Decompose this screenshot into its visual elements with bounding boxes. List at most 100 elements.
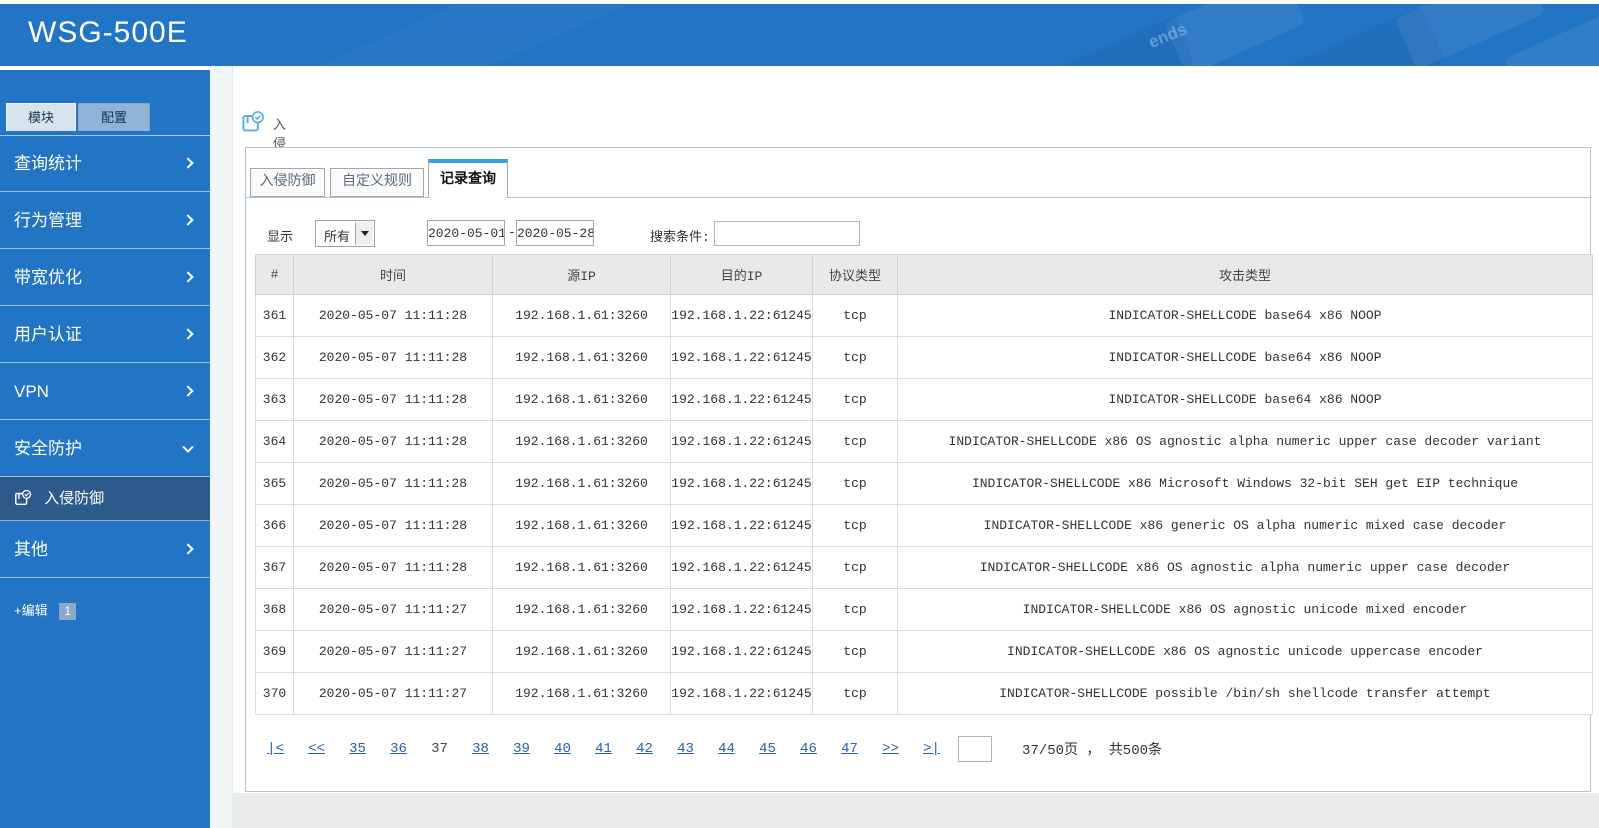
attack-type-cell: INDICATOR-SHELLCODE base64 x86 NOOP <box>897 336 1593 379</box>
attack-type-cell: INDICATOR-SHELLCODE x86 OS agnostic alph… <box>897 420 1593 463</box>
page-link[interactable]: 39 <box>513 741 530 757</box>
sidebar-edit-link[interactable]: +编辑 1 <box>0 600 210 621</box>
pager-slot: 47 <box>829 741 870 757</box>
page-jump-input[interactable] <box>958 736 992 762</box>
time-cell: 2020-05-07 11:11:28 <box>293 462 493 505</box>
pager-slot: 43 <box>665 741 706 757</box>
page-link[interactable]: 46 <box>800 741 817 757</box>
sidebar-item-behavior-mgmt[interactable]: 行为管理 <box>0 192 210 249</box>
page-link[interactable]: 40 <box>554 741 571 757</box>
search-input[interactable] <box>714 221 860 246</box>
table-row: 367 2020-05-07 11:11:28 192.168.1.61:3260 1… <box>255 546 1593 589</box>
sidebar: 模块 配置 查询统计 行为管理 带宽优化 用户认证 VPN 安全防护 入侵防御 … <box>0 70 210 828</box>
page-link[interactable]: 38 <box>472 741 489 757</box>
pager-slot: |< <box>255 741 296 757</box>
dst-ip-cell: 192.168.1.22:61245 <box>670 336 813 379</box>
page-prev-link[interactable]: << <box>308 741 325 757</box>
table-row: 363 2020-05-07 11:11:28 192.168.1.61:3260 1… <box>255 378 1593 421</box>
page-link[interactable]: 42 <box>636 741 653 757</box>
dst-ip-cell: 192.168.1.22:61245 <box>670 672 813 715</box>
sidebar-item-security[interactable]: 安全防护 <box>0 420 210 477</box>
table-row: 365 2020-05-07 11:11:28 192.168.1.61:3260 1… <box>255 462 1593 505</box>
ips-breadcrumb-icon <box>241 110 265 139</box>
mode-tab-module[interactable]: 模块 <box>6 103 76 131</box>
sidebar-item-query-stats[interactable]: 查询统计 <box>0 135 210 192</box>
tab-record-query[interactable]: 记录查询 <box>428 159 508 198</box>
sidebar-item-vpn[interactable]: VPN <box>0 363 210 420</box>
mode-tab-config[interactable]: 配置 <box>78 103 150 131</box>
app-header: ends WSG-500E <box>0 4 1599 66</box>
col-header-dst-ip: 目的IP <box>670 254 813 295</box>
attack-type-cell: INDICATOR-SHELLCODE base64 x86 NOOP <box>897 294 1593 337</box>
time-cell: 2020-05-07 11:11:28 <box>293 504 493 547</box>
pager-slot: 37 <box>419 741 460 757</box>
sidebar-subitem-label: 入侵防御 <box>44 490 105 507</box>
chevron-right-icon <box>182 543 194 555</box>
time-cell: 2020-05-07 11:11:28 <box>293 546 493 589</box>
time-cell: 2020-05-07 11:11:28 <box>293 378 493 421</box>
sidebar-item-label: 安全防护 <box>14 439 82 458</box>
pager-slot: << <box>296 741 337 757</box>
sidebar-gutter <box>210 66 232 828</box>
src-ip-cell: 192.168.1.61:3260 <box>492 294 671 337</box>
screen: ends WSG-500E 模块 配置 查询统计 行为管理 带宽优化 用户认证 <box>0 0 1599 828</box>
table-row: 361 2020-05-07 11:11:28 192.168.1.61:3260 1… <box>255 294 1593 337</box>
sidebar-subitem-ips-active[interactable]: 入侵防御 <box>0 477 210 521</box>
col-header-attack-type: 攻击类型 <box>897 254 1593 295</box>
attack-type-cell: INDICATOR-SHELLCODE x86 OS agnostic unic… <box>897 630 1593 673</box>
dst-ip-cell: 192.168.1.22:61245 <box>670 504 813 547</box>
pager-slot: >| <box>911 741 952 757</box>
page-next-link[interactable]: >> <box>882 741 899 757</box>
sidebar-item-bandwidth[interactable]: 带宽优化 <box>0 249 210 306</box>
display-select[interactable]: 所有 <box>315 220 375 247</box>
src-ip-cell: 192.168.1.61:3260 <box>492 672 671 715</box>
attack-type-cell: INDICATOR-SHELLCODE x86 OS agnostic alph… <box>897 546 1593 589</box>
src-ip-cell: 192.168.1.61:3260 <box>492 336 671 379</box>
tab-ips[interactable]: 入侵防御 <box>250 168 325 197</box>
tab-custom-rules[interactable]: 自定义规则 <box>330 168 424 197</box>
attack-type-cell: INDICATOR-SHELLCODE base64 x86 NOOP <box>897 378 1593 421</box>
header-row: # 时间 源IP 目的IP 协议类型 攻击类型 <box>255 254 1593 295</box>
date-to-input[interactable] <box>516 220 594 246</box>
pager-slot: 42 <box>624 741 665 757</box>
date-from-input[interactable] <box>427 220 505 246</box>
src-ip-cell: 192.168.1.61:3260 <box>492 462 671 505</box>
row-index: 370 <box>255 672 294 715</box>
dst-ip-cell: 192.168.1.22:61245 <box>670 378 813 421</box>
time-cell: 2020-05-07 11:11:27 <box>293 588 493 631</box>
table-row: 369 2020-05-07 11:11:27 192.168.1.61:3260 1… <box>255 630 1593 673</box>
page-info: 37/50页 ， 共500条 <box>1022 743 1163 759</box>
page-link[interactable]: 44 <box>718 741 735 757</box>
protocol-cell: tcp <box>812 588 898 631</box>
search-label: 搜索条件: <box>650 230 710 245</box>
page-link[interactable]: 45 <box>759 741 776 757</box>
sidebar-item-label: 带宽优化 <box>14 268 82 287</box>
main-content: 入侵防御 入侵防御 自定义规则 记录查询 显示 所有 - 搜索条件: <box>232 66 1599 793</box>
page-first-link[interactable]: |< <box>267 741 284 757</box>
src-ip-cell: 192.168.1.61:3260 <box>492 588 671 631</box>
edit-count-badge: 1 <box>59 603 77 621</box>
table-row: 362 2020-05-07 11:11:28 192.168.1.61:3260 1… <box>255 336 1593 379</box>
records-table: # 时间 源IP 目的IP 协议类型 攻击类型 361 2020-05-07 11… <box>255 254 1593 715</box>
page-link[interactable]: 41 <box>595 741 612 757</box>
page-link[interactable]: 47 <box>841 741 858 757</box>
dst-ip-cell: 192.168.1.22:61245 <box>670 630 813 673</box>
page-link[interactable]: 36 <box>390 741 407 757</box>
page-last-link[interactable]: >| <box>923 741 940 757</box>
page-link[interactable]: 43 <box>677 741 694 757</box>
row-index: 364 <box>255 420 294 463</box>
display-select-value: 所有 <box>324 230 351 245</box>
time-cell: 2020-05-07 11:11:27 <box>293 630 493 673</box>
protocol-cell: tcp <box>812 630 898 673</box>
pager-slot: 36 <box>378 741 419 757</box>
attack-type-cell: INDICATOR-SHELLCODE x86 OS agnostic unic… <box>897 588 1593 631</box>
page-link[interactable]: 35 <box>349 741 366 757</box>
sidebar-item-user-auth[interactable]: 用户认证 <box>0 306 210 363</box>
dst-ip-cell: 192.168.1.22:61245 <box>670 588 813 631</box>
sidebar-item-other[interactable]: 其他 <box>0 521 210 578</box>
ips-icon <box>14 489 36 511</box>
select-dropdown-icon[interactable] <box>355 222 373 245</box>
chevron-right-icon <box>182 328 194 340</box>
src-ip-cell: 192.168.1.61:3260 <box>492 420 671 463</box>
row-index: 367 <box>255 546 294 589</box>
